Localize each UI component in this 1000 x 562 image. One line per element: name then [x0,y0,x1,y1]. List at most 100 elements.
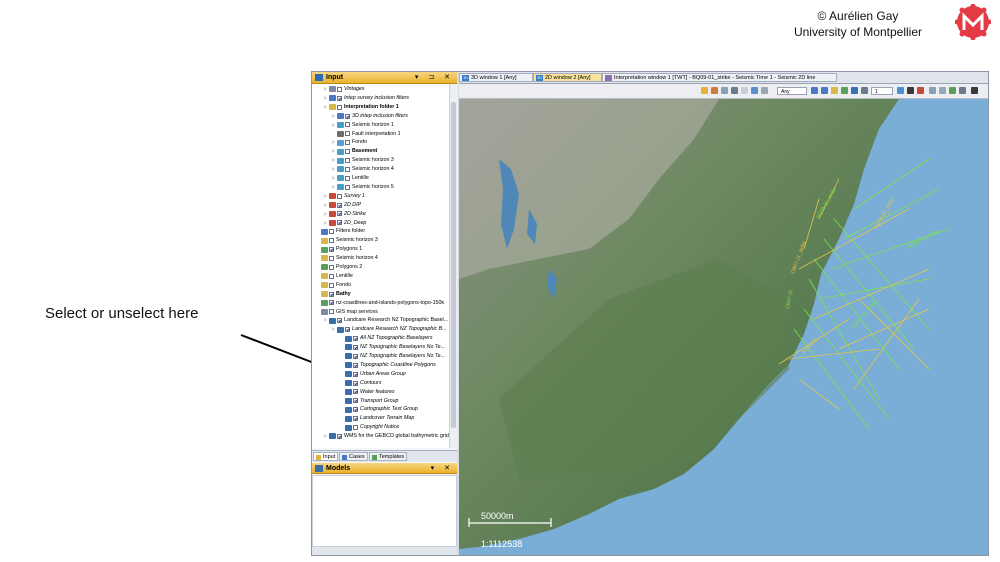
tree-item[interactable]: ▷ 2D Strike [324,210,366,219]
tree-item[interactable]: NZ Topographic Baselayers No Te... [340,343,445,352]
tree-item-checkbox[interactable] [337,211,342,217]
tree-item[interactable]: Lentille [316,272,353,281]
tree-item[interactable]: Water features [340,388,395,397]
tree-item-checkbox[interactable] [345,113,350,119]
tree-item-checkbox[interactable] [353,362,358,368]
tree-item[interactable]: Seismic horizon 4 [316,254,378,263]
tree-item[interactable]: Fault interpretation 1 [332,130,401,139]
tree-item-checkbox[interactable] [353,353,358,359]
ruler-icon[interactable] [861,87,868,94]
tree-item-checkbox[interactable] [337,86,342,92]
paint-icon[interactable] [917,87,924,94]
tree-item[interactable]: GIS map services [316,308,378,317]
tree-item[interactable]: ▷ Seismic horizon 5 [332,183,394,192]
pan-icon[interactable] [831,87,838,94]
tree-item-checkbox[interactable] [337,193,342,199]
tree-item[interactable]: ▷ Seismic horizon 3 [332,156,394,165]
tab-cases[interactable]: Cases [339,452,368,461]
tab-interpretation-window[interactable]: Interpretation window 1 [TWT] - BQ09-01_… [602,73,837,82]
tree-item[interactable]: ▷ 2D_Deep [324,219,366,228]
tree-item-checkbox[interactable] [353,407,358,413]
tree-item[interactable]: ▷ Seismic horizon 1 [332,121,394,130]
tree-item-checkbox[interactable] [337,318,342,324]
view-all-icon[interactable] [711,87,718,94]
tree-item-checkbox[interactable] [337,202,342,208]
link-icon[interactable] [721,87,728,94]
tree-item[interactable]: ▷ Interpretation folder 1 [324,103,399,112]
tree-item[interactable]: ▷ Fondo [332,138,367,147]
tree-item-checkbox[interactable] [353,371,358,377]
tree-item[interactable]: ▷ Vintages [324,85,365,94]
person-icon[interactable] [907,87,914,94]
models-panel-controls[interactable]: ▾ ✕ [431,463,454,474]
tree-item-checkbox[interactable] [337,433,342,439]
tree-item[interactable]: ▷ Basement [332,147,377,156]
select-icon[interactable] [841,87,848,94]
tree-item[interactable]: nz-coastlines-and-islands-polygons-topo-… [316,299,444,308]
layout-icon[interactable] [959,87,966,94]
tree-item[interactable]: ▷ 2D DIP [324,201,361,210]
tree-item-checkbox[interactable] [329,238,334,244]
more-icon[interactable] [971,87,978,94]
tree-item-checkbox[interactable] [345,327,350,333]
tree-item[interactable]: Filters folder [316,227,365,236]
tree-item-checkbox[interactable] [353,425,358,431]
tree-item[interactable]: All NZ Topographic Baselayers [340,334,433,343]
tree-item[interactable]: ▷ Landcare Research NZ Topographic Basel.… [324,316,448,325]
tree-item[interactable]: Transport Group [340,397,398,406]
tree-item-checkbox[interactable] [329,300,334,306]
measure-icon[interactable] [929,87,936,94]
grid-icon[interactable] [949,87,956,94]
panel-controls[interactable]: ▾ ⊐ ✕ [415,72,454,83]
tree-scrollbar[interactable] [449,84,458,448]
domain-select[interactable]: Any [777,87,807,95]
tree-item-checkbox[interactable] [345,122,350,128]
zoom-select[interactable]: 1 [871,87,893,95]
tree-item[interactable]: Bathy [316,290,351,299]
tree-item-checkbox[interactable] [329,264,334,270]
tab-3d-window[interactable]: 3D 3D window 1 [Any] [459,73,533,82]
tree-item-checkbox[interactable] [345,131,350,137]
tree-item-checkbox[interactable] [353,398,358,404]
tree-item-checkbox[interactable] [337,220,342,226]
settings-icon[interactable] [761,87,768,94]
tree-item-checkbox[interactable] [345,166,350,172]
tree-item-checkbox[interactable] [353,380,358,386]
tree-item[interactable]: ▷ 3D intep inclusion filters [332,112,408,121]
map-canvas[interactable]: BQ09-01_strike BQ09-03_strikeBQ09-05_stri… [459,99,988,555]
zoom-out-icon[interactable] [821,87,828,94]
tab-templates[interactable]: Templates [369,452,408,461]
tree-item-checkbox[interactable] [329,247,334,253]
tree-item[interactable]: ▷ Landcare Research NZ Topographic B... [332,325,447,334]
tree-item[interactable]: Contours [340,379,382,388]
tree-item-checkbox[interactable] [329,273,334,279]
tree-item[interactable]: ▷ Survey 1 [324,192,365,201]
tree-item-checkbox[interactable] [353,416,358,422]
tab-input[interactable]: Input [313,452,339,461]
tree-item[interactable]: ▷ Seismic horizon 4 [332,165,394,174]
models-bottom-tabs[interactable] [312,547,457,555]
tree-item-checkbox[interactable] [329,255,334,261]
camera-icon[interactable] [741,87,748,94]
tree-item[interactable]: ▷ Intep survey inclusion filters [324,94,409,103]
tree-item-checkbox[interactable] [329,282,334,288]
tree-item-checkbox[interactable] [345,140,350,146]
tree-item[interactable]: NZ Topographic Baselayers No Te... [340,352,445,361]
tree-item-checkbox[interactable] [345,184,350,190]
filter-icon[interactable] [751,87,758,94]
scrollbar-thumb[interactable] [451,102,456,428]
print-icon[interactable] [731,87,738,94]
tree-item-checkbox[interactable] [329,291,334,297]
tree-item-checkbox[interactable] [329,229,334,235]
tree-item[interactable]: Landcover Terrain Map [340,414,414,423]
tree-item[interactable]: ▷ WMS for the GEBCO global bathymetric gr… [324,432,449,441]
tree-item-checkbox[interactable] [345,158,350,164]
tree-item[interactable]: ▷ Lentille [332,174,369,183]
tree-item[interactable]: Polygons 2 [316,263,362,272]
tree-item[interactable]: Copyright Notice [340,423,399,432]
tree-item-checkbox[interactable] [353,344,358,350]
tree-item-checkbox[interactable] [345,175,350,181]
tab-2d-window[interactable]: 2D 2D window 2 [Any] [533,73,602,82]
tree-item-checkbox[interactable] [345,149,350,155]
tree-item[interactable]: Fondo [316,281,351,290]
